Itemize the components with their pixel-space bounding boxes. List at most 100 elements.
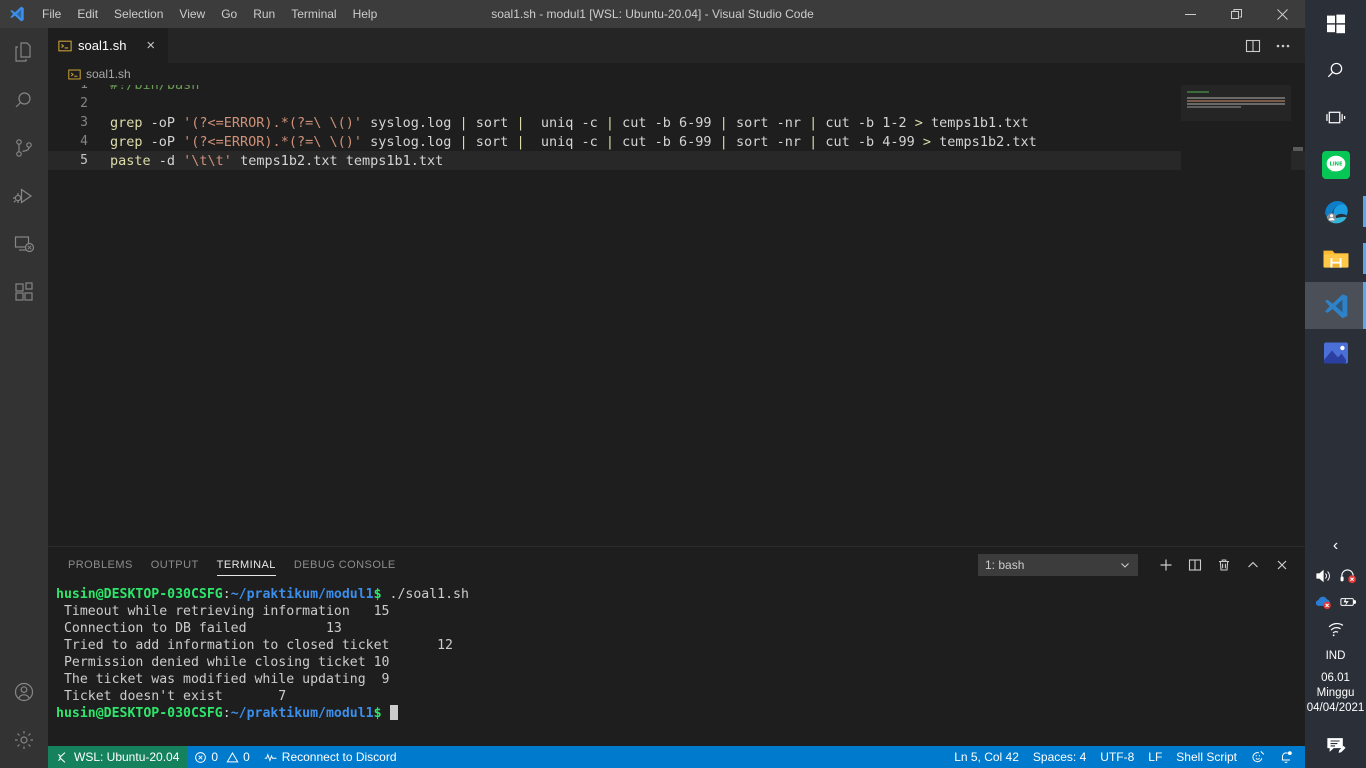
manage-settings-icon[interactable]	[0, 716, 48, 764]
code-line[interactable]: 1#!/bin/bash	[48, 85, 1305, 94]
visual-studio-code-button[interactable]	[1305, 282, 1366, 329]
menu-item-view[interactable]: View	[171, 3, 213, 25]
more-actions-icon[interactable]	[1269, 32, 1297, 60]
split-terminal-button[interactable]	[1182, 552, 1208, 578]
search-icon[interactable]	[0, 76, 48, 124]
headset-muted-icon[interactable]	[1339, 568, 1357, 584]
panel-header: PROBLEMS OUTPUT TERMINAL DEBUG CONSOLE 1…	[48, 547, 1305, 582]
minimize-button[interactable]	[1167, 0, 1213, 28]
file-explorer-button[interactable]	[1305, 235, 1366, 282]
code-line[interactable]: 3 grep -oP '(?<=ERROR).*(?=\ \()' syslog.…	[48, 113, 1305, 132]
accounts-icon[interactable]	[0, 668, 48, 716]
code-token: temps1b1.txt	[922, 114, 1029, 131]
code-token: |	[809, 114, 818, 131]
status-bar-right: Ln 5, Col 42 Spaces: 4 UTF-8 LF Shell Sc…	[947, 746, 1305, 768]
terminal-line: Tried to add information to closed ticke…	[56, 638, 453, 653]
status-remote-indicator[interactable]: WSL: Ubuntu-20.04	[48, 746, 188, 768]
code-token: cut -b 4-99	[817, 133, 923, 150]
status-problems[interactable]: 0 0	[187, 746, 256, 768]
terminal-path: ~/praktikum/modul1	[230, 587, 374, 602]
maximize-restore-button[interactable]	[1213, 0, 1259, 28]
volume-icon[interactable]	[1315, 568, 1333, 584]
onedrive-error-icon[interactable]	[1314, 594, 1332, 610]
task-view-button[interactable]	[1305, 94, 1366, 141]
status-indentation[interactable]: Spaces: 4	[1026, 746, 1093, 768]
line-app-button[interactable]: LINE	[1305, 141, 1366, 188]
breadcrumb-item-label[interactable]: soal1.sh	[86, 67, 131, 81]
tab-soal1-sh[interactable]: soal1.sh ×	[48, 28, 168, 63]
code-token: syslog.log	[361, 114, 460, 131]
code-token: '\t\t'	[183, 152, 232, 169]
extensions-icon[interactable]	[0, 268, 48, 316]
breadcrumb[interactable]: soal1.sh	[48, 63, 1305, 85]
tray-row-audio	[1305, 563, 1366, 589]
code-line[interactable]: 5 paste -d '\t\t' temps1b2.txt temps1b1.t…	[48, 151, 1305, 170]
menu-item-help[interactable]: Help	[345, 3, 386, 25]
code-text: grep -oP '(?<=ERROR).*(?=\ \()' syslog.l…	[110, 115, 1029, 131]
terminal-dollar: $	[373, 706, 382, 721]
pulse-icon	[264, 751, 278, 764]
menu-item-selection[interactable]: Selection	[106, 3, 171, 25]
remote-explorer-icon[interactable]	[0, 220, 48, 268]
status-discord[interactable]: Reconnect to Discord	[257, 746, 404, 768]
start-button[interactable]	[1305, 0, 1366, 47]
search-button[interactable]	[1305, 47, 1366, 94]
maximize-panel-button[interactable]	[1240, 552, 1266, 578]
explorer-icon[interactable]	[0, 28, 48, 76]
panel-tab-debug-console[interactable]: DEBUG CONSOLE	[294, 547, 396, 582]
menu-item-run[interactable]: Run	[245, 3, 283, 25]
terminal-command: ./soal1.sh	[381, 587, 469, 602]
terminal-cursor	[389, 705, 398, 720]
clock[interactable]: 06.01 Minggu 04/04/2021	[1307, 669, 1365, 722]
terminal-selector[interactable]: 1: bash	[978, 553, 1138, 576]
status-editor-position[interactable]: Ln 5, Col 42	[947, 746, 1026, 768]
battery-icon[interactable]	[1338, 594, 1358, 610]
editor-scrollbar-thumb[interactable]	[1293, 147, 1303, 151]
code-token: temps1b2.txt temps1b1.txt	[231, 152, 444, 169]
code-token: grep	[110, 114, 143, 131]
status-eol[interactable]: LF	[1141, 746, 1169, 768]
kill-terminal-button[interactable]	[1211, 552, 1237, 578]
source-control-icon[interactable]	[0, 124, 48, 172]
photos-button[interactable]	[1305, 329, 1366, 376]
terminal-output[interactable]: husin@DESKTOP-030CSFG:~/praktikum/modul1…	[48, 582, 1305, 746]
close-window-button[interactable]	[1259, 0, 1305, 28]
run-and-debug-icon[interactable]	[0, 172, 48, 220]
split-editor-icon[interactable]	[1239, 32, 1267, 60]
menu-item-terminal[interactable]: Terminal	[283, 3, 344, 25]
show-hidden-icons-icon[interactable]: ‹	[1333, 529, 1338, 563]
editor-tab-bar: soal1.sh ×	[48, 28, 1305, 63]
shell-script-icon	[68, 68, 81, 81]
panel-actions: 1: bash	[978, 552, 1305, 578]
menu-item-file[interactable]: File	[34, 3, 69, 25]
close-panel-button[interactable]	[1269, 552, 1295, 578]
line-number: 1	[48, 85, 110, 92]
status-language-mode[interactable]: Shell Script	[1169, 746, 1244, 768]
status-encoding[interactable]: UTF-8	[1093, 746, 1141, 768]
remote-window-icon	[56, 751, 69, 764]
code-token: sort	[467, 133, 517, 150]
code-line[interactable]: 4 grep -oP '(?<=ERROR).*(?=\ \()' syslog.…	[48, 132, 1305, 151]
editor-actions	[1239, 28, 1305, 63]
action-center-icon[interactable]	[1325, 722, 1347, 768]
wifi-icon[interactable]	[1326, 621, 1346, 638]
code-token: cut -b 6-99	[614, 114, 720, 131]
panel-tab-output[interactable]: OUTPUT	[151, 547, 199, 582]
menu-bar[interactable]: File Edit Selection View Go Run Terminal…	[34, 0, 385, 28]
code-editor[interactable]: 1#!/bin/bash 2 3 grep -oP '(?<=ERROR).*(?=\…	[48, 85, 1305, 546]
menu-item-edit[interactable]: Edit	[69, 3, 106, 25]
menu-item-go[interactable]: Go	[213, 3, 245, 25]
code-line[interactable]: 2	[48, 94, 1305, 113]
panel-tab-terminal[interactable]: TERMINAL	[216, 547, 277, 582]
code-token: |	[516, 114, 525, 131]
microsoft-edge-button[interactable]	[1305, 188, 1366, 235]
panel-tab-problems[interactable]: PROBLEMS	[68, 547, 133, 582]
tab-close-icon[interactable]: ×	[146, 38, 155, 53]
feedback-smiley-icon[interactable]	[1244, 746, 1272, 768]
editor-scrollbar[interactable]	[1291, 85, 1305, 546]
input-language-indicator[interactable]: IND	[1326, 643, 1346, 669]
bell-dot-icon[interactable]	[1272, 746, 1305, 768]
code-content[interactable]: 1#!/bin/bash 2 3 grep -oP '(?<=ERROR).*(?=\…	[48, 85, 1305, 170]
new-terminal-button[interactable]	[1153, 552, 1179, 578]
code-token: sort -nr	[727, 114, 810, 131]
